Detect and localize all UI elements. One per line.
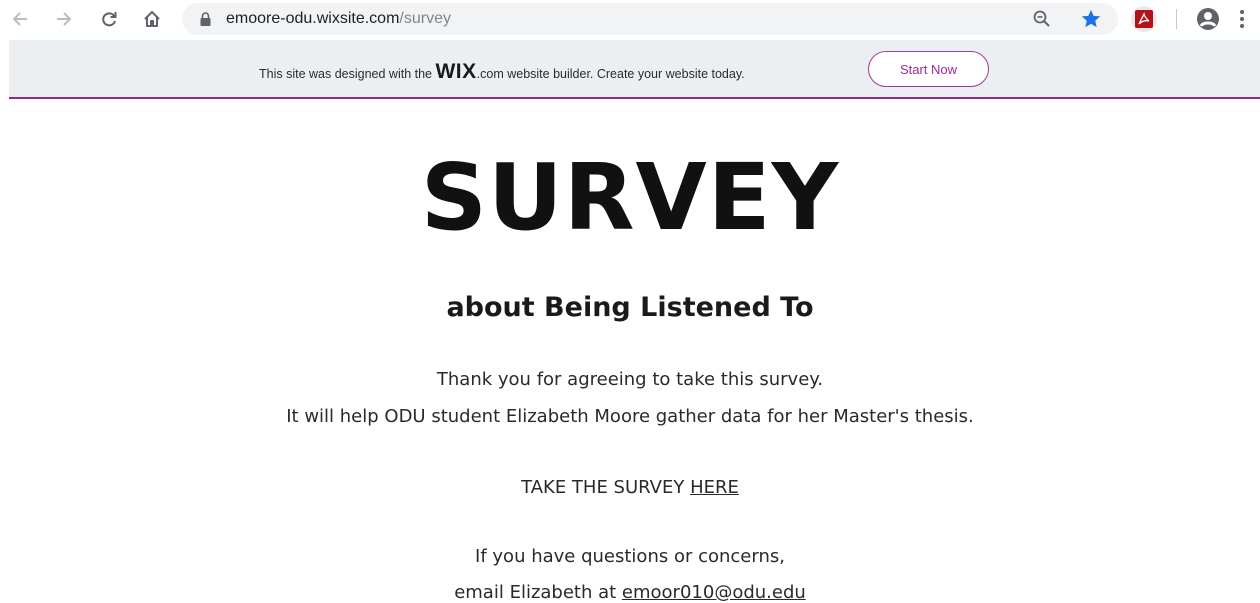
zoom-icon[interactable] bbox=[1032, 9, 1052, 34]
banner-text: This site was designed with the WIX.com … bbox=[259, 60, 745, 84]
contact-line-1: If you have questions or concerns, bbox=[475, 546, 785, 567]
start-now-button[interactable]: Start Now bbox=[868, 51, 989, 87]
page-subtitle: about Being Listened To bbox=[446, 292, 814, 323]
pdf-extension-icon[interactable] bbox=[1131, 6, 1157, 32]
reload-icon[interactable] bbox=[97, 7, 121, 31]
profile-icon[interactable] bbox=[1196, 7, 1220, 36]
toolbar-divider bbox=[1176, 9, 1177, 29]
wix-logo: WIX bbox=[435, 60, 477, 83]
wix-logo-suffix: .com bbox=[476, 67, 504, 81]
lock-icon[interactable] bbox=[200, 12, 211, 31]
banner-text-after: website builder. Create your website tod… bbox=[503, 67, 745, 81]
survey-cta: TAKE THE SURVEY HERE bbox=[0, 477, 1260, 498]
survey-cta-text: TAKE THE SURVEY bbox=[521, 477, 691, 498]
wix-banner: This site was designed with the WIX.com … bbox=[9, 40, 1260, 99]
intro-line-1: Thank you for agreeing to take this surv… bbox=[436, 369, 824, 390]
url-host: emoore-odu.wixsite.com bbox=[226, 10, 400, 27]
page-title: SURVEY bbox=[420, 144, 840, 251]
banner-text-before: This site was designed with the bbox=[259, 67, 436, 81]
email-link[interactable]: emoor010@odu.edu bbox=[622, 582, 806, 603]
browser-toolbar: emoore-odu.wixsite.com/survey bbox=[0, 0, 1260, 38]
contact-text: email Elizabeth at bbox=[454, 582, 622, 603]
forward-arrow-icon[interactable] bbox=[52, 7, 76, 31]
url-text[interactable]: emoore-odu.wixsite.com/survey bbox=[226, 10, 451, 28]
menu-icon[interactable] bbox=[1238, 7, 1246, 36]
address-bar[interactable]: emoore-odu.wixsite.com/survey bbox=[182, 3, 1118, 35]
intro-line-2: It will help ODU student Elizabeth Moore… bbox=[286, 406, 974, 427]
url-path: /survey bbox=[399, 10, 451, 27]
home-icon[interactable] bbox=[140, 7, 164, 31]
contact-line-2: email Elizabeth at emoor010@odu.edu bbox=[0, 582, 1260, 603]
survey-link[interactable]: HERE bbox=[690, 477, 739, 498]
star-icon[interactable] bbox=[1080, 8, 1102, 35]
back-arrow-icon[interactable] bbox=[8, 7, 32, 31]
